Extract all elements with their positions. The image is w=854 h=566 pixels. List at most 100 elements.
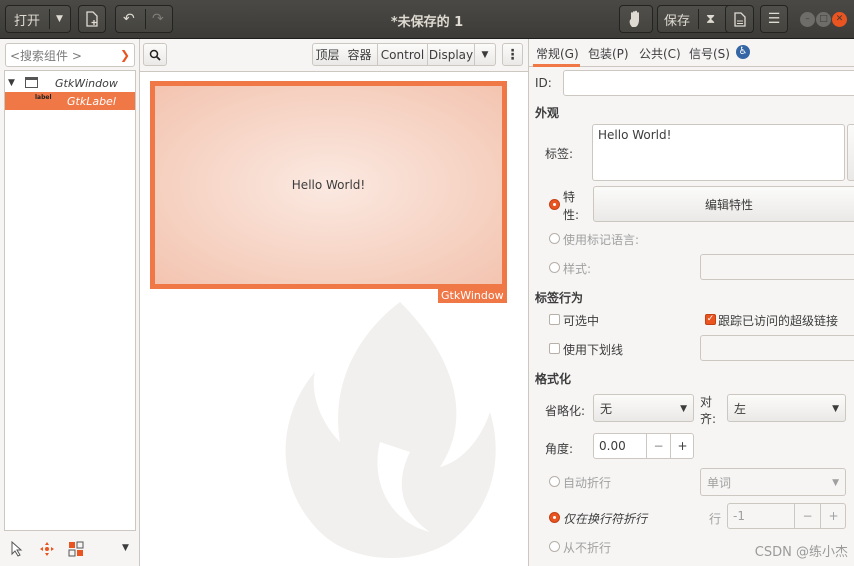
- edit-attributes-button[interactable]: 编辑特性: [593, 186, 854, 222]
- save-group: 保存 ⧗: [657, 5, 735, 33]
- undo-icon[interactable]: ↶: [123, 11, 135, 27]
- header-bar: 打开 ▼ ↶ ↷ *未保存的 1 保存 ⧗ ☰ – □ ✕: [0, 0, 854, 39]
- active-tab-indicator: [533, 64, 580, 67]
- maximize-button[interactable]: □: [816, 12, 831, 27]
- overflow-menu-button[interactable]: ⋮: [502, 43, 523, 66]
- minus-icon[interactable]: −: [794, 504, 820, 528]
- chevron-down-icon[interactable]: ❯: [120, 48, 130, 62]
- lines-label: 行: [709, 512, 722, 526]
- ellipsize-label: 省略化:: [545, 404, 586, 418]
- use-underline-checkbox[interactable]: [549, 343, 560, 354]
- new-file-icon: [86, 11, 98, 27]
- no-wrap-radio[interactable]: [549, 541, 560, 552]
- chevron-down-icon: ▼: [481, 49, 489, 60]
- lines-spinbutton[interactable]: -1 − +: [727, 503, 846, 529]
- appearance-section: 外观: [535, 106, 560, 120]
- menu-button[interactable]: ☰: [760, 5, 788, 33]
- attributes-radio[interactable]: [549, 199, 560, 210]
- justify-label: 对齐:: [700, 395, 717, 426]
- auto-wrap-radio[interactable]: [549, 476, 560, 487]
- minimize-icon: –: [805, 14, 810, 24]
- minus-icon[interactable]: −: [646, 434, 670, 458]
- more-vertical-icon: ⋮: [505, 46, 520, 63]
- palette-toplevel-button[interactable]: 顶层: [312, 43, 343, 66]
- wrap-mode-dropdown[interactable]: 单词 ▼: [700, 468, 846, 496]
- palette-control-button[interactable]: Control: [378, 43, 428, 66]
- chevron-down-icon: ▼: [680, 404, 687, 414]
- chevron-down-icon[interactable]: ▼: [122, 543, 129, 553]
- mnemonic-widget-field[interactable]: [700, 335, 854, 361]
- pointer-icon[interactable]: [11, 541, 23, 557]
- save-button[interactable]: 保存: [664, 10, 690, 29]
- label-text-field[interactable]: Hello World!: [592, 124, 845, 181]
- palette-display-button[interactable]: Display: [428, 43, 475, 66]
- glade-logo-watermark: [285, 302, 496, 559]
- minimize-button[interactable]: –: [800, 12, 815, 27]
- open-button[interactable]: 打开 ▼: [5, 5, 71, 33]
- tree-row-gtkwindow[interactable]: ▼ GtkWindow: [5, 74, 135, 92]
- new-file-button[interactable]: [78, 5, 106, 33]
- ellipsize-dropdown[interactable]: 无 ▼: [593, 394, 694, 422]
- gtkwindow-preview[interactable]: Hello World!: [150, 81, 507, 289]
- drag-resize-icon[interactable]: [39, 541, 55, 557]
- track-links-checkbox[interactable]: ✓: [705, 314, 716, 325]
- widget-tree-panel: <搜索组件 > ❯ ▼ GtkWindow label GtkLabel ▼: [0, 39, 140, 566]
- label-translate-button[interactable]: [847, 124, 854, 181]
- palette-container-button[interactable]: 容器: [342, 43, 378, 66]
- widget-search-input[interactable]: <搜索组件 > ❯: [5, 43, 135, 67]
- search-button[interactable]: [143, 43, 167, 66]
- angle-value: 0.00: [599, 439, 626, 453]
- redo-icon[interactable]: ↷: [152, 11, 164, 27]
- search-icon: [149, 49, 161, 61]
- style-label: 样式:: [563, 262, 592, 276]
- style-radio[interactable]: [549, 262, 560, 273]
- tree-row-gtklabel[interactable]: label GtkLabel: [5, 92, 135, 110]
- no-wrap-label: 从不折行: [563, 541, 612, 555]
- newline-wrap-radio[interactable]: [549, 512, 560, 523]
- hand-icon: [629, 10, 639, 27]
- document-icon: [733, 11, 746, 27]
- select-mode-button[interactable]: [619, 5, 653, 33]
- undo-redo-group: ↶ ↷: [115, 5, 173, 33]
- newline-wrap-label: 仅在换行符折行: [563, 512, 648, 526]
- selectable-checkbox[interactable]: [549, 314, 560, 325]
- auto-wrap-label: 自动折行: [563, 476, 612, 490]
- tab-signals[interactable]: 信号(S): [689, 45, 730, 62]
- tree-row-label: GtkWindow: [55, 76, 118, 90]
- grid-layout-icon[interactable]: [68, 541, 84, 557]
- plus-icon[interactable]: +: [670, 434, 694, 458]
- search-placeholder: <搜索组件 >: [10, 48, 82, 63]
- hourglass-icon[interactable]: ⧗: [706, 12, 715, 27]
- tree-row-label: GtkLabel: [67, 94, 116, 108]
- expander-icon[interactable]: ▼: [8, 78, 15, 88]
- label-text-value: Hello World!: [598, 128, 672, 142]
- close-button[interactable]: ✕: [832, 12, 847, 27]
- palette-more-button[interactable]: ▼: [475, 43, 496, 66]
- id-field[interactable]: [563, 70, 854, 96]
- gtkwindow-tag: GtkWindow: [438, 288, 507, 303]
- document-button[interactable]: [725, 5, 754, 33]
- chevron-down-icon[interactable]: ▼: [56, 14, 63, 24]
- style-field[interactable]: [700, 254, 854, 280]
- id-label: ID:: [535, 76, 552, 90]
- hello-world-label[interactable]: Hello World!: [292, 178, 365, 192]
- tab-general[interactable]: 常规(G): [536, 45, 579, 62]
- use-markup-label: 使用标记语言:: [563, 233, 640, 247]
- justify-dropdown[interactable]: 左 ▼: [727, 394, 846, 422]
- label-behavior-section: 标签行为: [535, 291, 584, 305]
- property-tabs: 常规(G) 包装(P) 公共(C) 信号(S) ♿: [529, 39, 854, 67]
- angle-spinbutton[interactable]: 0.00 − +: [593, 433, 694, 459]
- accessibility-icon[interactable]: ♿: [736, 45, 750, 59]
- window-icon: [25, 77, 38, 88]
- palette-toolbar: 顶层 容器 Control Display ▼ ⋮: [140, 39, 528, 72]
- label-icon: label: [35, 94, 52, 101]
- hamburger-icon: ☰: [767, 11, 781, 27]
- tab-common[interactable]: 公共(C): [639, 45, 681, 62]
- tab-packing[interactable]: 包装(P): [588, 45, 629, 62]
- use-markup-radio[interactable]: [549, 233, 560, 244]
- close-icon: ✕: [835, 14, 844, 24]
- property-editor: 常规(G) 包装(P) 公共(C) 信号(S) ♿ ID: 外观 标签: Hel…: [528, 39, 854, 566]
- design-canvas[interactable]: Hello World! GtkWindow: [140, 72, 528, 566]
- open-label: 打开: [14, 13, 41, 29]
- plus-icon[interactable]: +: [820, 504, 846, 528]
